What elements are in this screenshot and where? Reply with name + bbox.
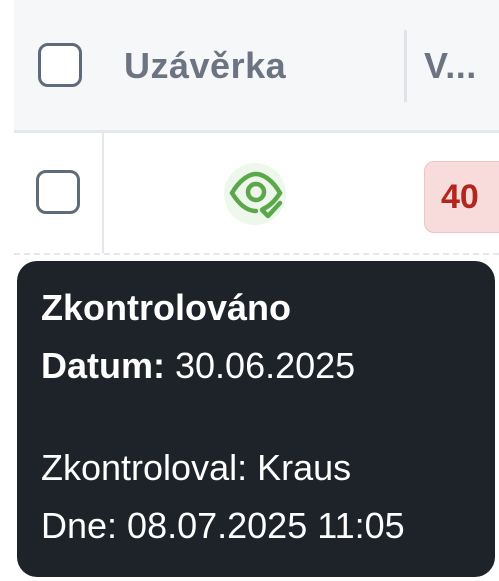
row-divider (102, 133, 104, 253)
tooltip-date-line: Datum: 30.06.2025 (41, 337, 471, 395)
status-reviewed-button[interactable] (224, 163, 286, 225)
tooltip-date-value: 30.06.2025 (175, 345, 356, 386)
select-all-checkbox[interactable] (38, 43, 82, 87)
tooltip-title: Zkontrolováno (41, 287, 291, 328)
tooltip-date-label: Datum: (41, 345, 165, 386)
eye-check-icon (229, 171, 283, 219)
column-divider[interactable] (404, 30, 407, 102)
value-badge: 40 (424, 161, 499, 233)
column-header-v[interactable]: V... (424, 44, 477, 88)
table-row[interactable]: 40 (14, 133, 499, 255)
table-header-row: Uzávěrka V... (14, 0, 499, 133)
tooltip-checked-at: Dne: 08.07.2025 11:05 (41, 505, 405, 546)
review-tooltip: Zkontrolováno Datum: 30.06.2025 Zkontrol… (17, 261, 495, 577)
row-checkbox[interactable] (36, 170, 80, 214)
column-header-uzaverka[interactable]: Uzávěrka (124, 44, 286, 88)
tooltip-spacer (41, 395, 471, 439)
tooltip-checked-by: Zkontroloval: Kraus (41, 447, 352, 488)
